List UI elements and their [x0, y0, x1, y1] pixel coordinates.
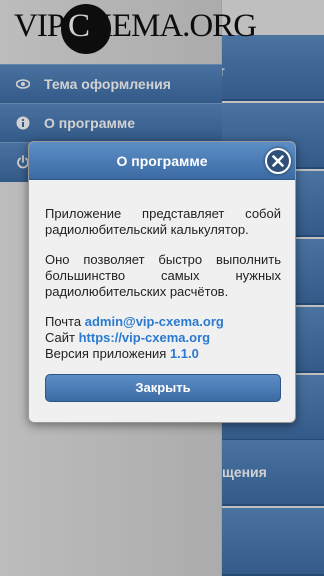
email-link[interactable]: admin@vip-cxema.org — [85, 314, 224, 329]
dialog-title: О программе — [116, 153, 208, 169]
description-paragraph: Приложение представляет собой радиолюбит… — [45, 206, 281, 237]
dialog-body: Приложение представляет собой радиолюбит… — [45, 206, 281, 362]
close-icon[interactable] — [265, 148, 291, 174]
email-row: Почта admin@vip-cxema.org — [45, 314, 281, 330]
about-dialog: О программе Приложение представляет собо… — [28, 141, 296, 423]
description-paragraph: Оно позволяет быстро выполнить большинст… — [45, 252, 281, 299]
email-label: Почта — [45, 314, 82, 329]
version-label: Версия приложения — [45, 346, 167, 361]
site-link[interactable]: https://vip-cxema.org — [79, 330, 210, 345]
close-button[interactable]: Закрыть — [45, 374, 281, 402]
site-row: Сайт https://vip-cxema.org — [45, 330, 281, 346]
version-value: 1.1.0 — [169, 346, 199, 361]
version-row: Версия приложения 1.1.0 — [45, 346, 281, 362]
site-label: Сайт — [45, 330, 75, 345]
dialog-header: О программе — [29, 142, 295, 180]
contact-info: Почта admin@vip-cxema.org Сайт https://v… — [45, 314, 281, 362]
